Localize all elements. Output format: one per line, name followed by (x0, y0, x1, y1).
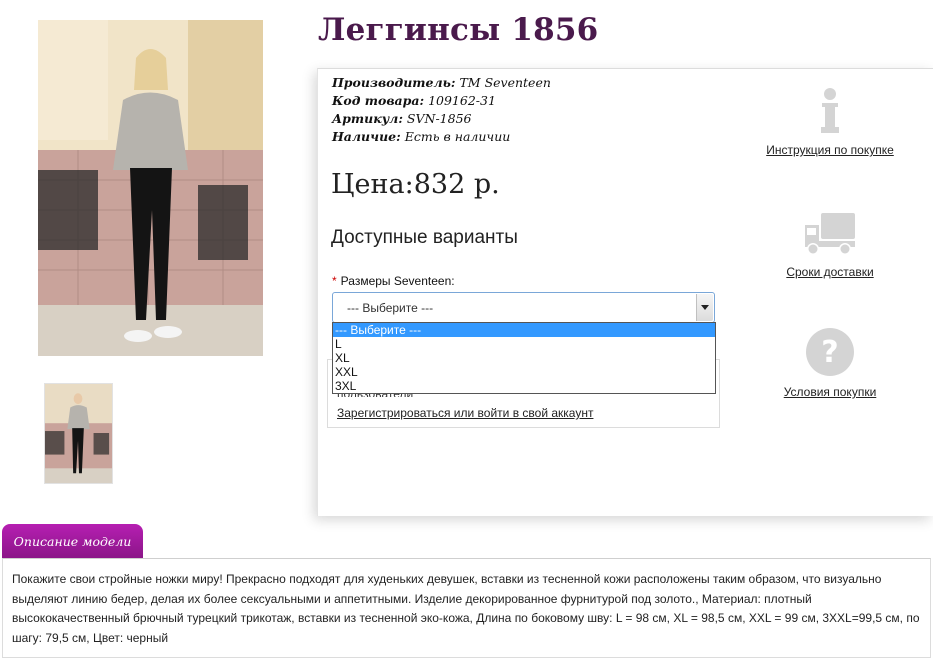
truck-icon (805, 213, 855, 255)
meta-label: Код товара: (332, 93, 425, 108)
thumbnail-illustration (45, 384, 112, 483)
size-option[interactable]: XXL (333, 365, 715, 379)
meta-value: 109162-31 (428, 93, 496, 108)
product-price: Цена:832 р. (331, 169, 500, 200)
meta-value: TM Seventeen (459, 75, 551, 90)
meta-value: SVN-1856 (406, 111, 472, 126)
meta-label: Производитель: (332, 75, 456, 90)
size-select[interactable]: --- Выберите --- (332, 292, 715, 323)
purchase-conditions-link[interactable]: Условия покупки (750, 385, 910, 399)
size-option[interactable]: --- Выберите --- (333, 323, 715, 337)
product-meta: Производитель: TM Seventeen Код товара: … (332, 74, 551, 146)
size-option[interactable]: 3XL (333, 379, 715, 393)
required-mark: * (332, 274, 337, 288)
product-title: Леггинсы 1856 (318, 12, 599, 48)
description-text: Покажите свои стройные ножки миру! Прекр… (12, 572, 920, 645)
delivery-block: Сроки доставки (750, 211, 910, 279)
size-label-text: Размеры Seventeen: (340, 274, 455, 288)
conditions-block: ? Условия покупки (750, 327, 910, 399)
tab-description[interactable]: Описание модели (2, 524, 143, 559)
product-info-panel: Производитель: TM Seventeen Код товара: … (317, 68, 933, 516)
size-select-value: --- Выберите --- (347, 301, 434, 315)
size-option[interactable]: L (333, 337, 715, 351)
product-main-image[interactable] (38, 20, 263, 356)
description-panel: Покажите свои стройные ножки миру! Прекр… (2, 558, 931, 658)
info-icon (821, 88, 839, 133)
meta-label: Артикул: (332, 111, 403, 126)
meta-label: Наличие: (332, 129, 401, 144)
meta-product-code: Код товара: 109162-31 (332, 92, 551, 110)
delivery-terms-link[interactable]: Сроки доставки (750, 265, 910, 279)
size-option[interactable]: XL (333, 351, 715, 365)
instruction-link[interactable]: Инструкция по покупке (750, 143, 910, 157)
photo-illustration (38, 20, 263, 356)
meta-availability: Наличие: Есть в наличии (332, 128, 551, 146)
product-thumbnail[interactable] (44, 383, 113, 484)
register-login-link[interactable]: Зарегистрироваться или войти в свой акка… (337, 406, 593, 420)
meta-value: Есть в наличии (404, 129, 511, 144)
question-icon: ? (806, 328, 854, 376)
meta-article: Артикул: SVN-1856 (332, 110, 551, 128)
instruction-block: Инструкция по покупке (750, 87, 910, 157)
size-options-list[interactable]: --- Выберите --- L XL XXL 3XL (332, 322, 716, 394)
variants-heading: Доступные варианты (331, 227, 518, 248)
svg-text:?: ? (821, 335, 838, 370)
chevron-down-icon[interactable] (696, 294, 713, 321)
size-label: * Размеры Seventeen: (332, 274, 455, 288)
meta-manufacturer: Производитель: TM Seventeen (332, 74, 551, 92)
